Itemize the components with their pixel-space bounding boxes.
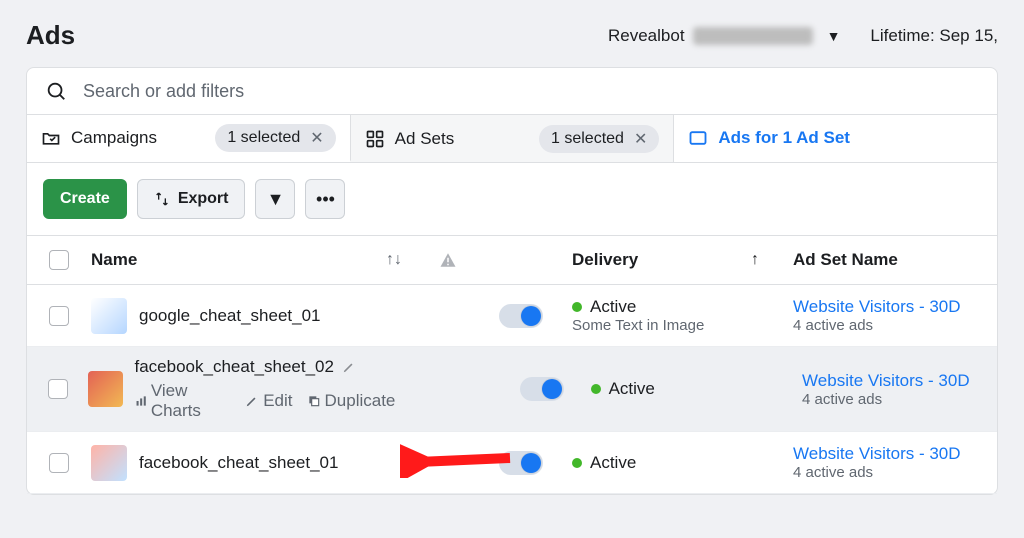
table-body: google_cheat_sheet_01 Active Some Text i…	[27, 285, 997, 494]
top-bar: Ads Revealbot ▼ Lifetime: Sep 15,	[0, 0, 1024, 67]
table-header: Name ↑↓ Delivery ↑ Ad Set Name	[27, 236, 997, 285]
tab-label: Ads for 1 Ad Set	[718, 128, 850, 148]
dots-icon: •••	[316, 189, 335, 210]
adset-sub: 4 active ads	[793, 464, 997, 481]
campaigns-chip[interactable]: 1 selected✕	[215, 124, 335, 152]
delivery-status: Active	[572, 453, 636, 473]
ad-name[interactable]: google_cheat_sheet_01	[139, 306, 321, 326]
pencil-icon	[245, 394, 259, 408]
table-row[interactable]: google_cheat_sheet_01 Active Some Text i…	[27, 285, 997, 347]
select-all-checkbox[interactable]	[49, 250, 69, 270]
ad-icon	[688, 128, 708, 148]
more-button[interactable]: •••	[305, 179, 345, 219]
ad-name[interactable]: facebook_cheat_sheet_02	[135, 357, 334, 377]
caret-down-icon: ▼	[827, 28, 841, 44]
sort-icon[interactable]: ↑↓	[368, 251, 420, 269]
ad-name[interactable]: facebook_cheat_sheet_01	[139, 453, 338, 473]
tab-campaigns[interactable]: Campaigns 1 selected✕	[27, 115, 351, 162]
export-icon	[154, 191, 170, 207]
top-right: Revealbot ▼ Lifetime: Sep 15,	[608, 26, 998, 46]
create-button[interactable]: Create	[43, 179, 127, 219]
tab-label: Campaigns	[71, 128, 157, 148]
sort-up-icon[interactable]: ↑	[751, 251, 787, 269]
date-range[interactable]: Lifetime: Sep 15,	[870, 26, 998, 46]
main-panel: Campaigns 1 selected✕ Ad Sets 1 selected…	[26, 67, 998, 495]
page-title: Ads	[26, 20, 75, 51]
adset-sub: 4 active ads	[802, 391, 997, 408]
delivery-sub: Some Text in Image	[572, 317, 704, 334]
col-adset-header[interactable]: Ad Set Name	[793, 250, 898, 269]
table-row[interactable]: facebook_cheat_sheet_02 View Charts Edit…	[27, 347, 997, 432]
pencil-icon[interactable]	[342, 360, 356, 374]
delivery-status: Active	[572, 297, 704, 317]
close-icon[interactable]: ✕	[310, 128, 323, 148]
export-button[interactable]: Export	[137, 179, 246, 219]
delivery-status: Active	[591, 379, 655, 399]
account-label: Revealbot	[608, 26, 685, 46]
duplicate-icon	[307, 394, 321, 408]
status-toggle[interactable]	[499, 451, 543, 475]
row-checkbox[interactable]	[49, 453, 69, 473]
toolbar: Create Export ▼ •••	[27, 163, 997, 236]
adset-link[interactable]: Website Visitors - 30D	[802, 371, 997, 391]
status-dot-icon	[572, 458, 582, 468]
search-icon	[45, 80, 67, 102]
status-toggle[interactable]	[520, 377, 564, 401]
folder-icon	[41, 128, 61, 148]
account-selector[interactable]: Revealbot ▼	[608, 26, 840, 46]
table-row[interactable]: facebook_cheat_sheet_01 Active Website V…	[27, 432, 997, 494]
account-id-blurred	[693, 27, 813, 45]
tabs: Campaigns 1 selected✕ Ad Sets 1 selected…	[27, 115, 997, 163]
ad-thumbnail[interactable]	[91, 445, 127, 481]
search-input[interactable]	[83, 81, 979, 102]
edit-action[interactable]: Edit	[245, 391, 292, 411]
tab-ads[interactable]: Ads for 1 Ad Set	[674, 115, 997, 162]
triangle-warning-icon	[439, 251, 457, 269]
caret-down-icon: ▼	[267, 189, 285, 210]
ad-thumbnail[interactable]	[91, 298, 127, 334]
row-actions: View Charts Edit Duplicate	[135, 381, 396, 421]
export-dropdown-button[interactable]: ▼	[255, 179, 295, 219]
tab-adsets[interactable]: Ad Sets 1 selected✕	[351, 115, 675, 162]
status-dot-icon	[591, 384, 601, 394]
col-name-header[interactable]: Name	[91, 250, 137, 270]
search-row	[27, 68, 997, 115]
adset-sub: 4 active ads	[793, 317, 997, 334]
row-checkbox[interactable]	[48, 379, 68, 399]
adset-link[interactable]: Website Visitors - 30D	[793, 297, 997, 317]
grid-icon	[365, 129, 385, 149]
adsets-chip[interactable]: 1 selected✕	[539, 125, 659, 153]
status-dot-icon	[572, 302, 582, 312]
row-checkbox[interactable]	[49, 306, 69, 326]
warning-icon[interactable]	[420, 251, 476, 269]
tab-label: Ad Sets	[395, 129, 455, 149]
chart-icon	[135, 394, 147, 408]
adset-link[interactable]: Website Visitors - 30D	[793, 444, 997, 464]
close-icon[interactable]: ✕	[634, 129, 647, 149]
col-delivery-header[interactable]: Delivery	[572, 250, 638, 270]
status-toggle[interactable]	[499, 304, 543, 328]
duplicate-action[interactable]: Duplicate	[307, 391, 396, 411]
ad-thumbnail[interactable]	[88, 371, 122, 407]
view-charts-action[interactable]: View Charts	[135, 381, 232, 421]
